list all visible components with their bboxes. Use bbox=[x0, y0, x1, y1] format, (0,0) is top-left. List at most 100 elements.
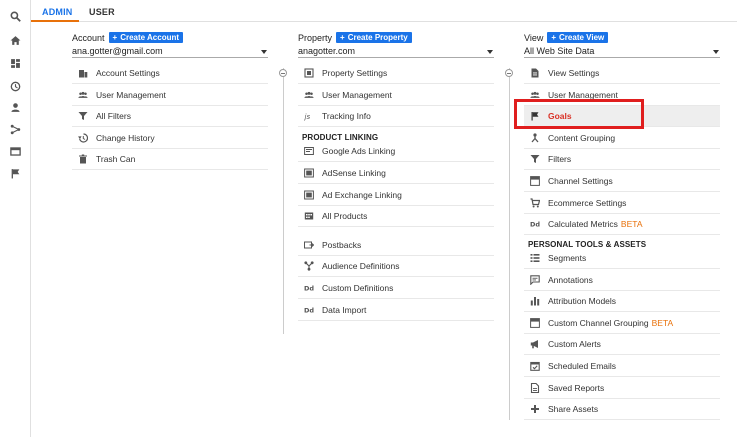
dd-icon: Dd bbox=[528, 217, 542, 231]
property-settings-item[interactable]: Property Settings bbox=[298, 63, 494, 84]
account-settings-item[interactable]: Account Settings bbox=[72, 63, 268, 84]
grid-icon bbox=[302, 209, 316, 223]
create-account-button[interactable]: + Create Account bbox=[108, 32, 184, 43]
all-products-item[interactable]: All Products bbox=[298, 206, 494, 227]
svg-text:Dd: Dd bbox=[304, 285, 314, 293]
calendar-icon bbox=[528, 359, 542, 373]
caret-down-icon bbox=[713, 50, 719, 54]
create-view-button[interactable]: + Create View bbox=[547, 32, 609, 43]
share-assets-item[interactable]: Share Assets bbox=[524, 399, 720, 420]
postback-icon bbox=[302, 238, 316, 252]
link-square-icon bbox=[302, 188, 316, 202]
svg-text:Dd: Dd bbox=[530, 221, 540, 229]
custom-alerts-item[interactable]: Custom Alerts bbox=[524, 334, 720, 355]
data-import-item[interactable]: Dd Data Import bbox=[298, 300, 494, 321]
svg-text:Dd: Dd bbox=[304, 307, 314, 315]
trash-icon bbox=[76, 152, 90, 166]
property-title: Property bbox=[298, 32, 333, 43]
account-user-management-item[interactable]: User Management bbox=[72, 85, 268, 106]
account-title: Account bbox=[72, 32, 105, 43]
saved-reports-item[interactable]: Saved Reports bbox=[524, 378, 720, 399]
cart-icon bbox=[528, 196, 542, 210]
bar-chart-icon bbox=[528, 294, 542, 308]
ecommerce-settings-item[interactable]: Ecommerce Settings bbox=[524, 193, 720, 214]
view-selector[interactable]: All Web Site Data bbox=[524, 45, 720, 58]
account-selector[interactable]: ana.gotter@gmail.com bbox=[72, 45, 268, 58]
left-nav-rail bbox=[0, 0, 31, 437]
dd-icon: Dd bbox=[302, 281, 316, 295]
property-column: Property + Create Property anagotter.com … bbox=[298, 31, 494, 321]
active-tab-indicator bbox=[31, 20, 79, 22]
account-column: Account + Create Account ana.gotter@gmail… bbox=[72, 31, 268, 170]
acquisition-icon[interactable] bbox=[8, 122, 22, 136]
beta-badge: BETA bbox=[620, 219, 643, 229]
custom-channel-grouping-item[interactable]: Custom Channel Grouping BETA bbox=[524, 313, 720, 334]
filter-icon bbox=[76, 109, 90, 123]
account-selected-value: ana.gotter@gmail.com bbox=[72, 46, 163, 56]
column-divider bbox=[509, 68, 510, 420]
megaphone-icon bbox=[528, 337, 542, 351]
audience-icon bbox=[302, 259, 316, 273]
audience-definitions-item[interactable]: Audience Definitions bbox=[298, 256, 494, 277]
view-filters-item[interactable]: Filters bbox=[524, 149, 720, 170]
view-settings-item[interactable]: View Settings bbox=[524, 63, 720, 84]
channel-settings-item[interactable]: Channel Settings bbox=[524, 171, 720, 192]
home-icon[interactable] bbox=[8, 33, 22, 47]
filter-icon bbox=[528, 152, 542, 166]
postbacks-item[interactable]: Postbacks bbox=[298, 235, 494, 256]
link-square-icon bbox=[302, 144, 316, 158]
account-change-history-item[interactable]: Change History bbox=[72, 128, 268, 149]
document-icon bbox=[528, 66, 542, 80]
users-icon bbox=[76, 88, 90, 102]
dashboard-icon[interactable] bbox=[8, 56, 22, 70]
segments-icon bbox=[528, 251, 542, 265]
ad-exchange-linking-item[interactable]: Ad Exchange Linking bbox=[298, 185, 494, 206]
behavior-icon[interactable] bbox=[8, 144, 22, 158]
adsense-linking-item[interactable]: AdSense Linking bbox=[298, 163, 494, 184]
account-all-filters-item[interactable]: All Filters bbox=[72, 106, 268, 127]
property-tracking-info-item[interactable]: js Tracking Info bbox=[298, 106, 494, 127]
google-ads-linking-item[interactable]: Google Ads Linking bbox=[298, 141, 494, 162]
view-title: View bbox=[524, 32, 544, 43]
beta-badge: BETA bbox=[651, 318, 674, 328]
annotations-item[interactable]: Annotations bbox=[524, 270, 720, 291]
tab-admin[interactable]: ADMIN bbox=[42, 7, 73, 17]
content-grouping-item[interactable]: Content Grouping bbox=[524, 128, 720, 149]
segments-item[interactable]: Segments bbox=[524, 248, 720, 269]
building-icon bbox=[76, 66, 90, 80]
attribution-models-item[interactable]: Attribution Models bbox=[524, 291, 720, 312]
search-icon[interactable] bbox=[8, 9, 22, 23]
collapse-toggle[interactable] bbox=[279, 69, 287, 77]
create-property-button[interactable]: + Create Property bbox=[336, 32, 412, 43]
account-trash-can-item[interactable]: Trash Can bbox=[72, 149, 268, 170]
content-group-icon bbox=[528, 131, 542, 145]
svg-text:js: js bbox=[304, 113, 310, 121]
property-user-management-item[interactable]: User Management bbox=[298, 85, 494, 106]
goals-highlight-box bbox=[514, 99, 644, 129]
report-icon bbox=[528, 381, 542, 395]
tab-user[interactable]: USER bbox=[89, 7, 115, 17]
property-selector[interactable]: anagotter.com bbox=[298, 45, 494, 58]
link-square-icon bbox=[302, 166, 316, 180]
js-icon: js bbox=[302, 109, 316, 123]
clock-icon[interactable] bbox=[8, 79, 22, 93]
flag-icon[interactable] bbox=[8, 166, 22, 180]
share-icon bbox=[528, 402, 542, 416]
person-icon[interactable] bbox=[8, 100, 22, 114]
scheduled-emails-item[interactable]: Scheduled Emails bbox=[524, 356, 720, 377]
settings-square-icon bbox=[302, 66, 316, 80]
view-column: View + Create View All Web Site Data View… bbox=[524, 31, 720, 420]
view-selected-value: All Web Site Data bbox=[524, 46, 595, 56]
annotation-icon bbox=[528, 273, 542, 287]
collapse-toggle[interactable] bbox=[505, 69, 513, 77]
column-divider bbox=[283, 68, 284, 334]
admin-user-tabs: ADMIN USER bbox=[31, 0, 737, 22]
channel-icon bbox=[528, 316, 542, 330]
channel-icon bbox=[528, 174, 542, 188]
caret-down-icon bbox=[487, 50, 493, 54]
custom-definitions-item[interactable]: Dd Custom Definitions bbox=[298, 278, 494, 299]
users-icon bbox=[302, 88, 316, 102]
calculated-metrics-item[interactable]: Dd Calculated Metrics BETA bbox=[524, 214, 720, 235]
caret-down-icon bbox=[261, 50, 267, 54]
dd-icon: Dd bbox=[302, 303, 316, 317]
